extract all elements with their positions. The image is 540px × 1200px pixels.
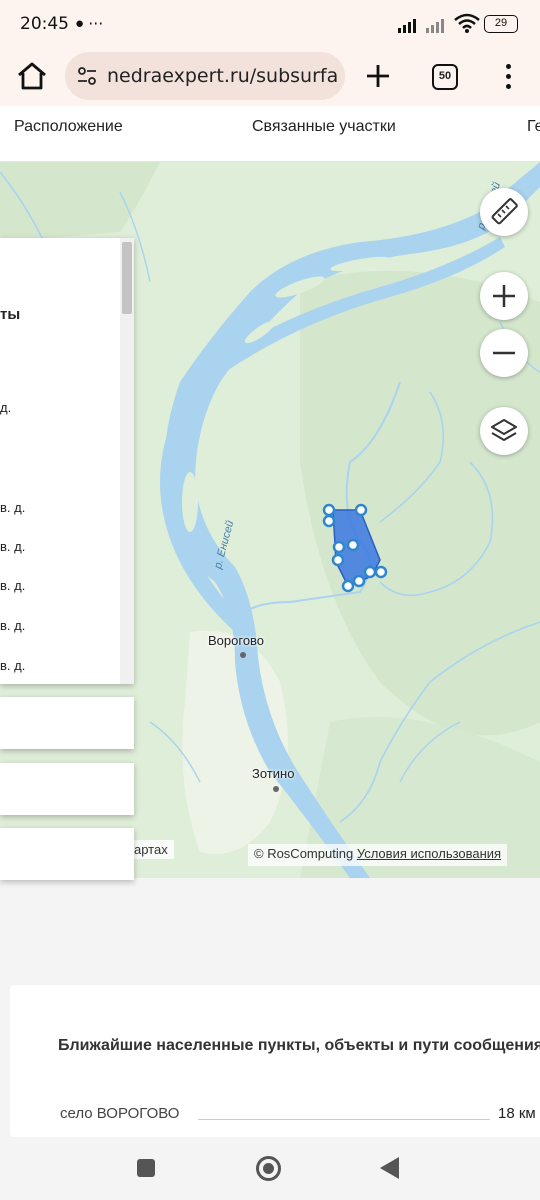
ruler-icon bbox=[491, 198, 518, 225]
terms-of-use-link[interactable]: Условия использования bbox=[357, 846, 501, 861]
ruler-button[interactable] bbox=[480, 188, 528, 236]
list-item: село ВОРОГОВО 18 км bbox=[60, 1105, 540, 1129]
tab-related-plots[interactable]: Связанные участки bbox=[252, 118, 396, 136]
address-bar[interactable]: nedraexpert.ru/subsurfa bbox=[65, 52, 345, 100]
status-right-icons: 29 bbox=[398, 13, 518, 35]
tab-location[interactable]: Расположение bbox=[14, 118, 123, 136]
map-types-fragment[interactable]: артах bbox=[128, 840, 174, 859]
panel-line: в. д. bbox=[0, 500, 26, 515]
town-label-vorogovo[interactable]: Ворогово bbox=[208, 633, 264, 648]
panel-scrollbar[interactable] bbox=[120, 238, 134, 684]
home-icon[interactable] bbox=[14, 58, 50, 94]
url-text: nedraexpert.ru/subsurfa bbox=[107, 65, 339, 87]
coordinates-panel[interactable]: ты д. в. д. в. д. в. д. в. д. в. д. bbox=[0, 238, 134, 684]
recent-apps-icon[interactable] bbox=[137, 1159, 155, 1177]
zoom-out-button[interactable] bbox=[480, 329, 528, 377]
place-name: село ВОРОГОВО bbox=[60, 1105, 180, 1122]
map-attribution: © RosComputing Условия использования bbox=[248, 844, 508, 866]
more-menu-icon[interactable] bbox=[496, 62, 520, 92]
plus-icon bbox=[493, 285, 515, 307]
panel-line: в. д. bbox=[0, 578, 26, 593]
signal-icon bbox=[398, 17, 422, 33]
new-tab-icon[interactable] bbox=[362, 60, 394, 92]
town-label-zotino[interactable]: Зотино bbox=[252, 766, 294, 781]
status-bar: 20:45 ● ⋯ 29 bbox=[0, 0, 540, 48]
system-navigation-bar bbox=[0, 1138, 540, 1200]
tab-switcher-button[interactable]: 50 bbox=[432, 64, 458, 90]
browser-toolbar: nedraexpert.ru/subsurfa 50 bbox=[0, 48, 540, 106]
side-card[interactable] bbox=[0, 763, 134, 815]
panel-scrollbar-thumb[interactable] bbox=[122, 242, 132, 314]
tab-geology[interactable]: Ге bbox=[527, 118, 540, 136]
layers-button[interactable] bbox=[480, 407, 528, 455]
wifi-icon bbox=[454, 13, 480, 33]
page-tabs: Расположение Связанные участки Ге bbox=[0, 106, 540, 162]
notification-icons: ● ⋯ bbox=[75, 15, 104, 32]
nearest-objects-title: Ближайшие населенные пункты, объекты и п… bbox=[58, 1037, 540, 1054]
zoom-in-button[interactable] bbox=[480, 272, 528, 320]
panel-line: д. bbox=[0, 400, 12, 415]
site-settings-icon[interactable] bbox=[77, 66, 97, 86]
divider bbox=[198, 1119, 490, 1120]
battery-icon: 29 bbox=[484, 15, 518, 33]
status-time: 20:45 bbox=[20, 14, 69, 34]
side-card[interactable] bbox=[0, 697, 134, 749]
home-circle-icon[interactable] bbox=[256, 1156, 281, 1181]
layers-icon bbox=[491, 419, 517, 441]
panel-heading: ты bbox=[0, 306, 21, 323]
signal-icon-secondary bbox=[426, 17, 450, 33]
nearest-objects-card: Ближайшие населенные пункты, объекты и п… bbox=[10, 985, 540, 1137]
back-icon[interactable] bbox=[380, 1157, 399, 1179]
place-distance: 18 км bbox=[498, 1105, 536, 1122]
minus-icon bbox=[493, 351, 515, 355]
side-card[interactable] bbox=[0, 828, 134, 880]
attribution-text: © RosComputing bbox=[254, 846, 354, 861]
panel-line: в. д. bbox=[0, 658, 26, 673]
panel-line: в. д. bbox=[0, 539, 26, 554]
panel-line: в. д. bbox=[0, 618, 26, 633]
